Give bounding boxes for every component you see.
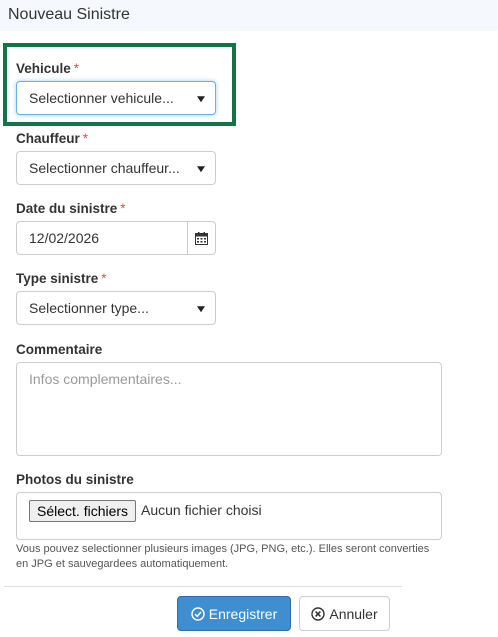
date-input[interactable]: 12/02/2026 <box>17 222 187 254</box>
commentaire-label: Commentaire <box>16 342 103 357</box>
vehicule-label: Vehicule * <box>16 61 79 76</box>
type-label: Type sinistre * <box>16 271 107 286</box>
caret-down-icon <box>197 306 205 313</box>
vehicule-label-text: Vehicule <box>16 61 71 76</box>
save-button[interactable]: Enregistrer <box>177 596 291 631</box>
date-label-text: Date du sinistre <box>16 201 118 216</box>
type-select[interactable]: Selectionner type... <box>16 291 216 325</box>
photos-help-text: Vous pouvez selectionner plusieurs image… <box>16 543 430 570</box>
cancel-button[interactable]: Annuler <box>299 596 390 631</box>
caret-down-icon <box>197 96 205 103</box>
date-label: Date du sinistre * <box>16 201 126 216</box>
commentaire-textarea[interactable]: Infos complementaires... <box>16 362 442 456</box>
vehicule-select-value: Selectionner vehicule... <box>29 90 174 106</box>
modal-title: Nouveau Sinistre <box>8 6 130 23</box>
caret-down-icon <box>197 166 205 173</box>
photos-label: Photos du sinistre <box>16 472 134 487</box>
check-circle-icon <box>191 606 205 621</box>
photos-file-input: Sélect. fichiers Aucun fichier choisi <box>16 492 442 540</box>
date-picker: 12/02/2026 <box>16 221 216 255</box>
chauffeur-select-value: Selectionner chauffeur... <box>29 160 180 176</box>
chauffeur-label-text: Chauffeur <box>16 131 80 146</box>
type-label-text: Type sinistre <box>16 271 99 286</box>
file-status: Aucun fichier choisi <box>141 502 262 518</box>
cancel-button-label: Annuler <box>329 605 378 622</box>
chauffeur-select[interactable]: Selectionner chauffeur... <box>16 151 216 185</box>
commentaire-placeholder: Infos complementaires... <box>29 371 182 387</box>
times-circle-icon <box>311 606 326 621</box>
required-mark: * <box>101 271 107 286</box>
vehicule-select[interactable]: Selectionner vehicule... <box>16 81 216 115</box>
save-button-label: Enregistrer <box>208 605 278 622</box>
required-mark: * <box>82 131 89 146</box>
date-picker-button[interactable] <box>187 222 215 254</box>
required-mark: * <box>120 201 126 216</box>
calendar-icon <box>195 231 208 245</box>
modal-header: Nouveau Sinistre <box>0 0 498 31</box>
choose-files-button[interactable]: Sélect. fichiers <box>29 500 137 522</box>
footer-divider <box>4 586 402 587</box>
required-mark: * <box>73 61 80 76</box>
type-select-value: Selectionner type... <box>29 300 149 316</box>
chauffeur-label: Chauffeur * <box>16 131 88 146</box>
